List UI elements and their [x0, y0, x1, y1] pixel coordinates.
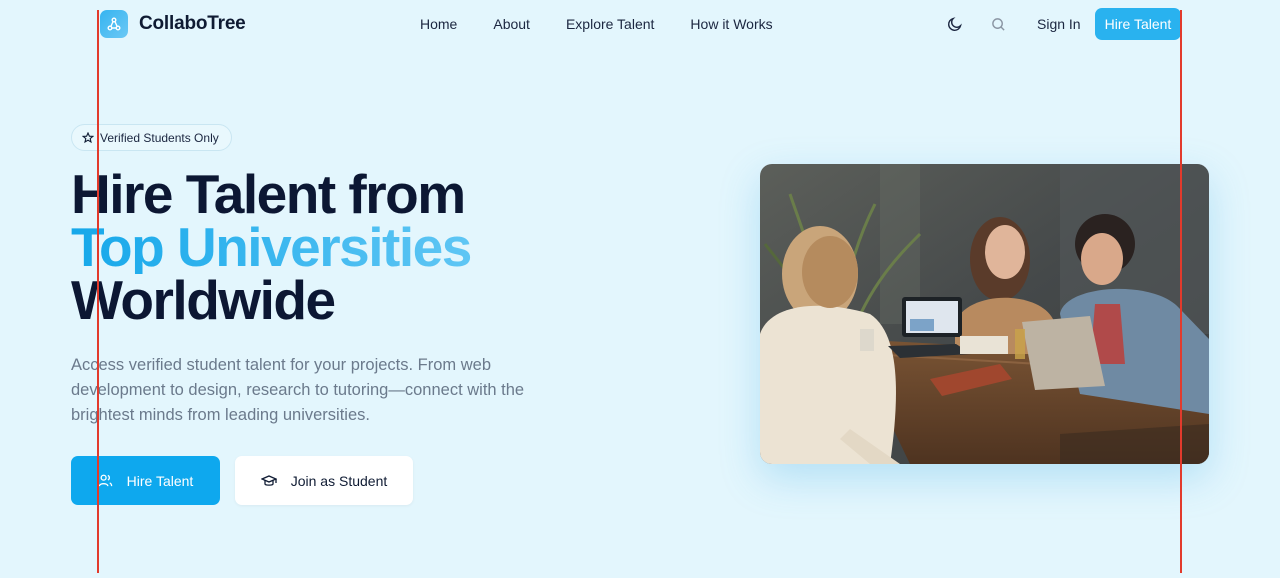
sign-in-link[interactable]: Sign In: [1037, 16, 1081, 32]
hire-talent-header-button[interactable]: Hire Talent: [1095, 8, 1181, 40]
hero-headline: Hire Talent from Top Universities Worldw…: [71, 163, 472, 331]
nav-explore-talent[interactable]: Explore Talent: [566, 16, 654, 32]
nav-how-it-works[interactable]: How it Works: [690, 16, 772, 32]
star-icon: [82, 131, 94, 144]
hero-photo-students: [760, 164, 1209, 464]
nav-about[interactable]: About: [493, 16, 530, 32]
brand-name: CollaboTree: [139, 13, 246, 34]
badge-label: Verified Students Only: [100, 130, 219, 145]
hero-description: Access verified student talent for your …: [71, 356, 525, 424]
headline-line-1: Hire Talent from: [71, 163, 466, 225]
graduation-cap-icon: [260, 473, 277, 489]
join-as-student-label: Join as Student: [290, 472, 388, 489]
headline-line-3: Worldwide: [71, 269, 336, 331]
network-nodes-icon: [100, 10, 128, 38]
verified-badge: Verified Students Only: [71, 124, 232, 151]
hire-talent-button[interactable]: Hire Talent: [71, 456, 220, 505]
brand-logo[interactable]: CollaboTree: [100, 10, 246, 38]
left-guide-line: [97, 10, 99, 573]
site-header: CollaboTree Home About Explore Talent Ho…: [0, 0, 1280, 48]
headline-highlight: Top Universities: [71, 216, 472, 278]
main-nav: Home About Explore Talent How it Works: [420, 16, 773, 32]
search-icon[interactable]: [988, 14, 1008, 34]
users-icon: [98, 473, 113, 488]
right-guide-line: [1180, 10, 1182, 573]
nav-home[interactable]: Home: [420, 16, 457, 32]
join-as-student-button[interactable]: Join as Student: [235, 456, 413, 505]
hire-talent-label: Hire Talent: [126, 472, 194, 489]
moon-icon[interactable]: [945, 14, 965, 34]
